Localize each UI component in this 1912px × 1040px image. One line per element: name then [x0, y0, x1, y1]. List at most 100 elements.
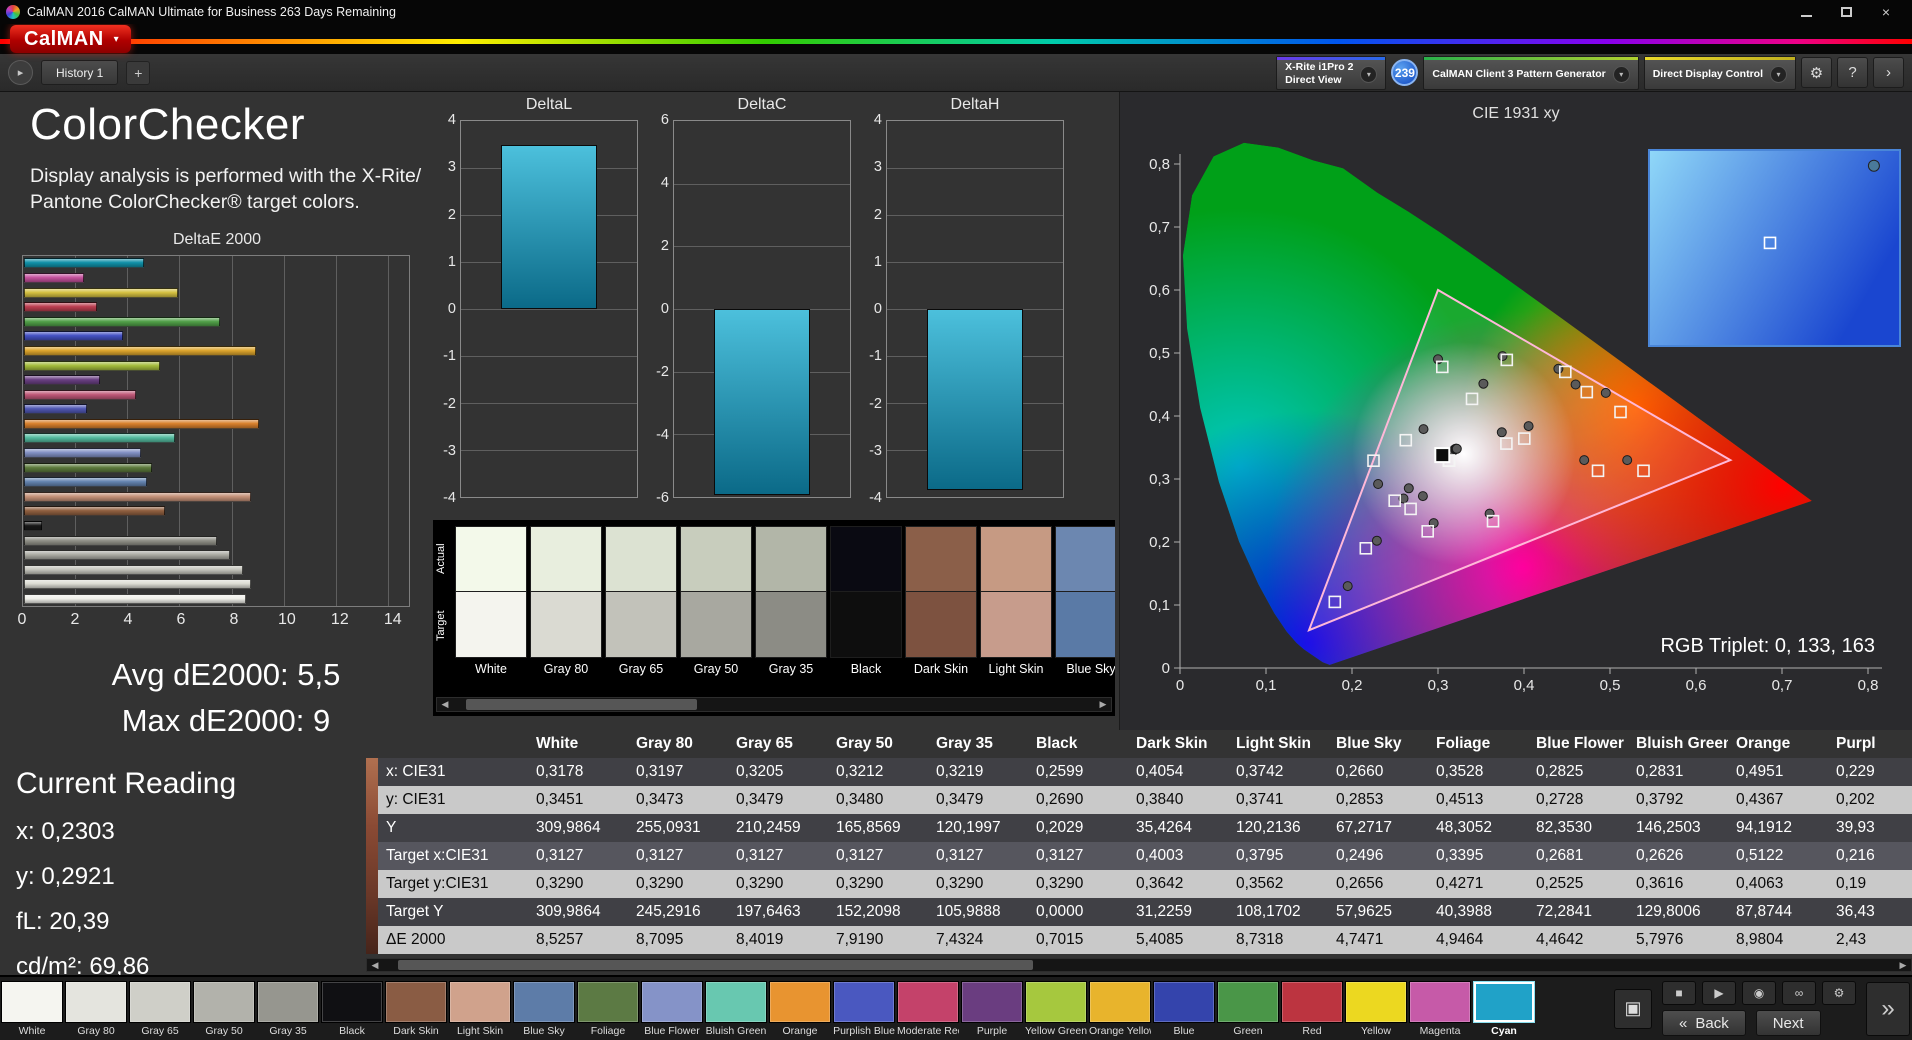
layout-button[interactable]: ▣ — [1614, 988, 1652, 1029]
play-icon: ▶ — [1714, 986, 1724, 1000]
patch-label: Yellow — [1361, 1024, 1391, 1037]
table-cell: 0,3127 — [828, 842, 928, 870]
patch-button-white[interactable]: White — [0, 977, 64, 1040]
logo-row: CalMAN ▾ — [0, 24, 1912, 54]
patch-button-moderate-red[interactable]: Moderate Red — [896, 977, 960, 1040]
patch-color — [1, 980, 63, 1023]
patch-button-green[interactable]: Green — [1216, 977, 1280, 1040]
patch-button-orange[interactable]: Orange — [768, 977, 832, 1040]
table-cell: 0,3562 — [1228, 870, 1328, 898]
chevron-down-icon: ▾ — [1612, 65, 1630, 83]
stop-button[interactable]: ■ — [1662, 981, 1696, 1005]
patch-button-yellow[interactable]: Yellow — [1344, 977, 1408, 1040]
table-cell: 0,2656 — [1328, 870, 1428, 898]
table-cell: 129,8006 — [1628, 898, 1728, 926]
scrollbar-track[interactable] — [383, 959, 1895, 971]
advance-page-button[interactable]: » — [1866, 981, 1910, 1036]
patch-button-purple[interactable]: Purple — [960, 977, 1024, 1040]
scroll-left-icon[interactable]: ◀ — [367, 960, 383, 971]
patch-color — [513, 980, 575, 1023]
page-title: ColorChecker — [30, 100, 305, 149]
scrollbar-thumb[interactable] — [465, 699, 697, 710]
swatch-black[interactable]: Black — [830, 526, 902, 680]
target-swatch — [1055, 592, 1115, 658]
swatch-scrollbar[interactable]: ◀ ▶ — [436, 697, 1112, 712]
chevron-down-icon: ▾ — [1360, 65, 1378, 83]
patch-button-cyan[interactable]: Cyan — [1472, 977, 1536, 1040]
scroll-left-icon[interactable]: ◀ — [437, 699, 453, 710]
table-cell: 0,3616 — [1628, 870, 1728, 898]
patch-button-blue-flower[interactable]: Blue Flower — [640, 977, 704, 1040]
settings-button[interactable]: ⚙ — [1801, 57, 1832, 88]
swatch-gray-50[interactable]: Gray 50 — [680, 526, 752, 680]
meter-device-button[interactable]: X-Rite i1Pro 2 Direct View ▾ — [1276, 55, 1387, 90]
patch-button-bluish-green[interactable]: Bluish Green — [704, 977, 768, 1040]
meter-status-badge[interactable]: 239 — [1391, 59, 1419, 86]
gridline — [674, 246, 850, 248]
target-row-label: Target — [435, 610, 447, 642]
y-tick-label: 0 — [873, 301, 882, 317]
minimize-button[interactable] — [1786, 0, 1826, 24]
next-button[interactable]: Next — [1755, 1010, 1821, 1036]
tab-history-1[interactable]: History 1 — [41, 60, 119, 85]
patch-button-gray-80[interactable]: Gray 80 — [64, 977, 128, 1040]
patch-button-light-skin[interactable]: Light Skin — [448, 977, 512, 1040]
patch-button-blue-sky[interactable]: Blue Sky — [512, 977, 576, 1040]
patch-button-magenta[interactable]: Magenta — [1408, 977, 1472, 1040]
patch-button-blue[interactable]: Blue — [1152, 977, 1216, 1040]
play-button[interactable]: ▶ — [1702, 981, 1736, 1005]
swatch-white[interactable]: White — [455, 526, 527, 680]
swatch-light-skin[interactable]: Light Skin — [980, 526, 1052, 680]
gridline — [887, 168, 1063, 169]
swatch-dark-skin[interactable]: Dark Skin — [905, 526, 977, 680]
patch-button-foliage[interactable]: Foliage — [576, 977, 640, 1040]
table-cell: 0,3197 — [628, 758, 728, 786]
rgb-triplet-readout: RGB Triplet: 0, 133, 163 — [1660, 635, 1875, 657]
gridline — [335, 256, 337, 607]
measure-controls: ■ ▶ ◉ ∞ ⚙ — [1662, 981, 1856, 1005]
y-tick-label: 2 — [660, 238, 669, 254]
scrollbar-track[interactable] — [453, 698, 1095, 711]
deltae2000-chart-title: DeltaE 2000 — [172, 231, 262, 249]
continuous-measure-button[interactable]: ∞ — [1782, 981, 1816, 1005]
table-cell: 0,3395 — [1428, 842, 1528, 870]
swatch-gray-80[interactable]: Gray 80 — [530, 526, 602, 680]
add-tab-button[interactable]: + — [126, 60, 151, 85]
scroll-right-icon[interactable]: ▶ — [1095, 699, 1111, 710]
scroll-right-icon[interactable]: ▶ — [1895, 960, 1911, 971]
patch-button-dark-skin[interactable]: Dark Skin — [384, 977, 448, 1040]
measured-point-yellow-green — [1497, 351, 1508, 362]
table-scrollbar[interactable]: ◀ ▶ — [366, 958, 1912, 972]
y-tick-label: -1 — [443, 348, 456, 365]
patch-button-red[interactable]: Red — [1280, 977, 1344, 1040]
patch-button-purplish-blue[interactable]: Purplish Blue — [832, 977, 896, 1040]
maximize-button[interactable] — [1826, 0, 1866, 24]
patch-button-black[interactable]: Black — [320, 977, 384, 1040]
advance-button[interactable]: › — [1873, 57, 1904, 88]
gear-button[interactable]: ⚙ — [1822, 981, 1856, 1005]
source-device-button[interactable]: CalMAN Client 3 Pattern Generator ▾ — [1423, 55, 1639, 90]
record-button[interactable]: ◉ — [1742, 981, 1776, 1005]
patch-button-gray-35[interactable]: Gray 35 — [256, 977, 320, 1040]
patch-label: Bluish Green — [705, 1024, 767, 1037]
table-cell: 40,3988 — [1428, 898, 1528, 926]
target-swatch — [905, 592, 977, 658]
back-button[interactable]: « Back — [1662, 1010, 1746, 1036]
display-device-button[interactable]: Direct Display Control ▾ — [1643, 55, 1796, 90]
deltac-yaxis: 6 4 2 0 -2 -4 -6 — [645, 112, 673, 506]
patch-button-yellow-green[interactable]: Yellow Green — [1024, 977, 1088, 1040]
scrollbar-thumb[interactable] — [398, 960, 1034, 970]
swatch-gray-65[interactable]: Gray 65 — [605, 526, 677, 680]
patch-button-gray-65[interactable]: Gray 65 — [128, 977, 192, 1040]
swatch-gray-35[interactable]: Gray 35 — [755, 526, 827, 680]
meter-mode: Direct View — [1285, 74, 1342, 86]
help-button[interactable]: ? — [1837, 57, 1868, 88]
calman-logo-menu[interactable]: CalMAN ▾ — [10, 25, 131, 53]
swatch-blue-sky[interactable]: Blue Sky — [1055, 526, 1115, 680]
patch-button-orange-yellow[interactable]: Orange Yellow — [1088, 977, 1152, 1040]
chevron-left-icon: « — [1679, 1014, 1688, 1032]
close-button[interactable]: × — [1866, 0, 1906, 24]
workflow-nav-button[interactable]: ▸ — [8, 60, 33, 85]
table-cell: 0,2496 — [1328, 842, 1428, 870]
patch-button-gray-50[interactable]: Gray 50 — [192, 977, 256, 1040]
